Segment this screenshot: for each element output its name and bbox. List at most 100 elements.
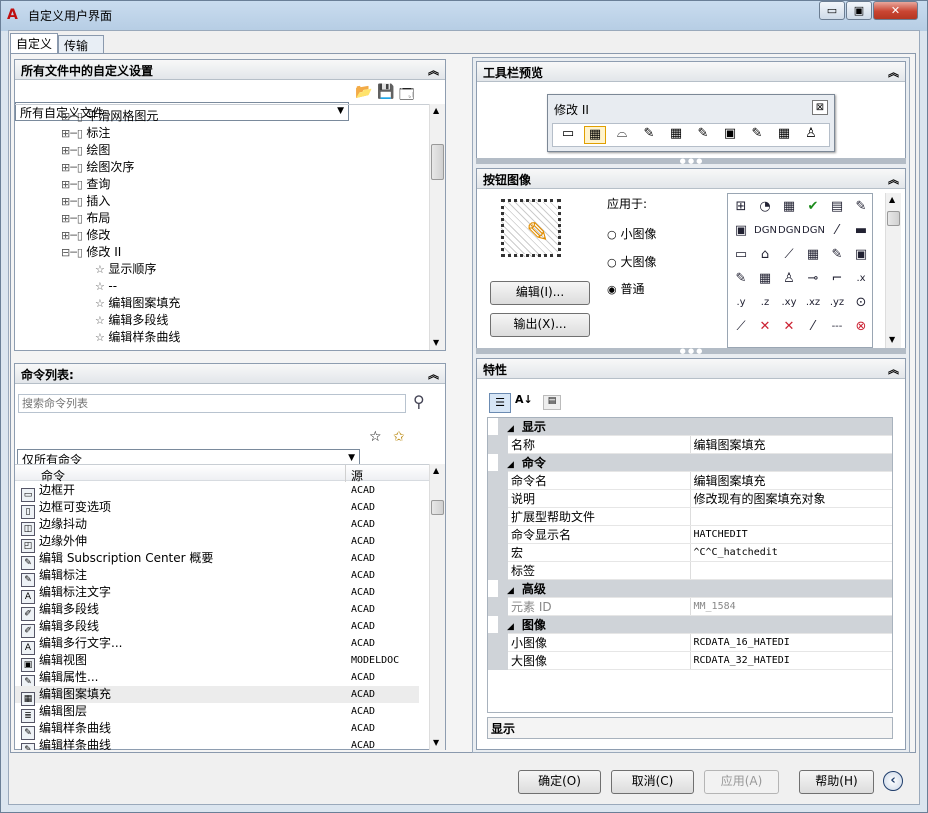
customization-tree[interactable]: ⊞─▯ 平滑网格图元 ⊞─▯ 标注 ⊞─▯ 绘图 ⊞─▯ 绘图次序 ⊞─▯ 查询 ⊞─▯ … — [15, 104, 429, 350]
toolbar-button-icon[interactable]: ♙ — [800, 126, 822, 144]
toolbar-button-icon[interactable]: ✎ — [638, 126, 660, 144]
button-image-tile[interactable]: ✎ — [850, 196, 872, 218]
collapse-triangle-icon[interactable]: ◢ — [507, 460, 514, 470]
button-image-tile[interactable]: ⊸ — [802, 268, 824, 290]
tree-scrollbar[interactable]: ▲ ▼ — [429, 104, 445, 350]
command-row[interactable]: ✐ 编辑多段线 ACAD — [15, 601, 419, 621]
toolbar-button-icon[interactable]: ⌓ — [611, 126, 633, 144]
command-row[interactable]: ✎ 编辑属性... ACAD — [15, 669, 419, 689]
toolbar-button-icon[interactable]: ▭ — [557, 126, 579, 144]
scroll-up-icon[interactable]: ▲ — [433, 466, 439, 475]
tree-toolbar-item[interactable]: ⊞─▯ 修改 — [61, 227, 110, 244]
tree-command-item[interactable]: ☆ 编辑多段线 — [95, 312, 168, 329]
collapse-icon[interactable]: ︽ — [428, 62, 439, 78]
command-row[interactable]: ≣ 编辑图层 ACAD — [15, 703, 419, 723]
button-image-tile[interactable]: .xz — [802, 292, 824, 314]
button-image-tile[interactable]: ▤ — [826, 196, 848, 218]
button-image-tile[interactable]: ◔ — [754, 196, 776, 218]
command-row[interactable]: ▣ 编辑视图 MODELDOC — [15, 652, 419, 672]
new-command-icon[interactable]: ✩ — [393, 429, 405, 445]
button-image-tile[interactable]: DGN — [754, 220, 777, 242]
button-image-tile[interactable]: ✎ — [826, 244, 848, 266]
property-row[interactable]: 小图像 RCDATA_16_HATEDI — [488, 633, 892, 652]
property-row[interactable]: 元素 ID MM_1584 — [488, 597, 892, 616]
splitter[interactable]: ● ● ● — [476, 348, 906, 355]
open-file-icon[interactable]: 📂 — [355, 84, 372, 100]
tree-toolbar-item[interactable]: ⊞─▯ 标注 — [61, 125, 110, 142]
button-image-tile[interactable]: DGN — [802, 220, 825, 242]
property-row[interactable]: 命令名 编辑图案填充 — [488, 471, 892, 490]
property-row[interactable]: 大图像 RCDATA_32_HATEDI — [488, 651, 892, 670]
search-icon[interactable]: ⚲ — [413, 392, 425, 411]
help-button[interactable]: 帮助(H) — [799, 770, 874, 794]
toolbar-close-icon[interactable]: ⊠ — [812, 100, 828, 115]
export-button[interactable]: 输出(X)... — [490, 313, 590, 337]
collapse-icon[interactable]: ︽ — [888, 64, 899, 80]
button-image-tile[interactable]: ⌐ — [826, 268, 848, 290]
command-scroll-thumb[interactable] — [431, 500, 444, 515]
button-image-tile[interactable]: ▭ — [730, 244, 752, 266]
property-value[interactable]: RCDATA_32_HATEDI — [690, 651, 892, 670]
command-row[interactable]: ✎ 编辑样条曲线 ACAD — [15, 737, 419, 750]
property-grid[interactable]: ◢ 显示 名称 编辑图案填充 ◢ 命令 命令名 编辑图案填充 说明 修改现有的图案填充对象 扩展型帮… — [487, 417, 893, 713]
tree-toolbar-item[interactable]: ⊞─▯ 布局 — [61, 210, 110, 227]
scroll-up-icon[interactable]: ▲ — [889, 195, 895, 204]
toolbar-button-icon[interactable]: ▦ — [584, 126, 606, 144]
cancel-button[interactable]: 取消(C) — [611, 770, 694, 794]
tree-toolbar-item[interactable]: ⊞─▯ 查询 — [61, 176, 110, 193]
scroll-down-icon[interactable]: ▼ — [433, 338, 439, 347]
collapse-icon[interactable]: ︽ — [888, 361, 899, 377]
tab-transfer[interactable]: 传输 — [58, 35, 104, 53]
collapse-icon[interactable]: ︽ — [428, 366, 439, 382]
button-image-tile[interactable]: ⁄ — [802, 316, 824, 338]
command-row[interactable]: ✎ 编辑 Subscription Center 概要 ACAD — [15, 550, 419, 570]
scroll-down-icon[interactable]: ▼ — [889, 335, 895, 344]
collapse-triangle-icon[interactable]: ◢ — [507, 424, 514, 434]
radio-large-image[interactable]: ○ 大图像 — [607, 253, 656, 270]
image-grid-scrollbar[interactable]: ▲ ▼ — [885, 193, 901, 348]
categorized-icon[interactable]: ☰ — [489, 393, 511, 413]
button-image-tile[interactable]: ▣ — [850, 244, 872, 266]
property-value[interactable]: 编辑图案填充 — [690, 471, 892, 490]
scroll-down-icon[interactable]: ▼ — [433, 738, 439, 747]
command-list[interactable]: ▭ 边框开 ACAD ▯ 边框可变选项 ACAD ◫ 边缘抖动 ACAD ◰ 边缘外伸 ACAD ✎ 编辑… — [15, 482, 429, 750]
toolbar-button-icon[interactable]: ▣ — [719, 126, 741, 144]
button-image-tile[interactable]: ⊞ — [730, 196, 752, 218]
toolbar-button-icon[interactable]: ✎ — [746, 126, 768, 144]
button-image-tile[interactable]: ▦ — [778, 196, 800, 218]
image-scroll-thumb[interactable] — [887, 211, 900, 226]
property-category[interactable]: ◢ 显示 — [498, 418, 892, 436]
collapse-triangle-icon[interactable]: ◢ — [507, 622, 514, 632]
button-image-tile[interactable]: ▬ — [850, 220, 872, 242]
button-image-tile[interactable]: ✕ — [754, 316, 776, 338]
sort-alpha-icon[interactable]: A↓ — [515, 393, 533, 406]
command-search-input[interactable] — [18, 394, 406, 413]
property-value[interactable]: 修改现有的图案填充对象 — [690, 489, 892, 508]
image-grid[interactable]: ⊞ ◔ ▦ ✔ ▤ ✎ ▣ DGN DGN DGN ⁄ ▬ ▭ ⌂ ⟋ ▦ ✎ ▣ ✎ ▦ ♙ ⊸ ⌐ .x .y .z .xy .x… — [727, 193, 873, 348]
find-command-icon[interactable]: ☆ — [369, 429, 382, 445]
close-button[interactable]: ✕ — [873, 1, 918, 20]
tree-toolbar-item[interactable]: ⊟─▯ 修改 II — [61, 244, 121, 261]
apply-button[interactable]: 应用(A) — [704, 770, 779, 794]
maximize-button[interactable]: ▣ — [846, 1, 872, 20]
property-category[interactable]: ◢ 高级 — [498, 579, 892, 598]
button-image-tile[interactable]: ♙ — [778, 268, 800, 290]
button-image-tile[interactable]: ⊗ — [850, 316, 872, 338]
save-icon[interactable]: 💾 — [377, 84, 394, 100]
property-row[interactable]: 命令显示名 HATCHEDIT — [488, 525, 892, 544]
button-image-tile[interactable]: ▦ — [802, 244, 824, 266]
property-value[interactable]: RCDATA_16_HATEDI — [690, 633, 892, 652]
command-row[interactable]: ✎ 编辑标注 ACAD — [15, 567, 419, 587]
property-value[interactable]: 编辑图案填充 — [690, 435, 892, 454]
tree-command-item[interactable]: ☆ 编辑样条曲线 — [95, 329, 180, 346]
tree-toolbar-item[interactable]: ⊞─▯ 平滑网格图元 — [61, 108, 158, 125]
button-image-tile[interactable]: ⊙ — [850, 292, 872, 314]
tree-toolbar-item[interactable]: ⊞─▯ 绘图次序 — [61, 159, 134, 176]
property-row[interactable]: 标签 — [488, 561, 892, 580]
button-image-tile[interactable]: --- — [826, 316, 848, 338]
command-row[interactable]: ▦ 编辑图案填充 ACAD — [15, 686, 419, 706]
command-row[interactable]: ◰ 边缘外伸 ACAD — [15, 533, 419, 553]
radio-normal[interactable]: ◉ 普通 — [607, 280, 644, 297]
property-pages-icon[interactable]: ▤ — [543, 395, 561, 410]
command-row[interactable]: ◫ 边缘抖动 ACAD — [15, 516, 419, 536]
